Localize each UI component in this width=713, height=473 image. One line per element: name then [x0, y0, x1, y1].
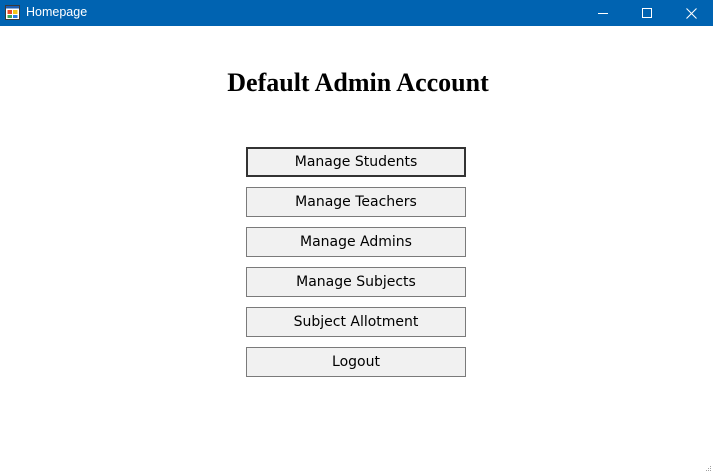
- minimize-icon: [598, 13, 608, 14]
- page-heading: Default Admin Account: [227, 68, 489, 97]
- maximize-icon: [642, 8, 652, 18]
- close-button[interactable]: [668, 0, 713, 26]
- manage-teachers-button[interactable]: Manage Teachers: [246, 187, 466, 217]
- resize-grip-icon[interactable]: [704, 464, 712, 472]
- manage-admins-button[interactable]: Manage Admins: [246, 227, 466, 257]
- logout-button[interactable]: Logout: [246, 347, 466, 377]
- maximize-button[interactable]: [624, 0, 670, 26]
- subject-allotment-button[interactable]: Subject Allotment: [246, 307, 466, 337]
- manage-subjects-button[interactable]: Manage Subjects: [246, 267, 466, 297]
- homepage-window: Homepage Default Admin Account Manage St…: [0, 0, 713, 473]
- manage-students-button[interactable]: Manage Students: [246, 147, 466, 177]
- minimize-button[interactable]: [580, 0, 626, 26]
- app-form-icon: [5, 5, 20, 20]
- window-title: Homepage: [26, 5, 88, 19]
- title-bar[interactable]: Homepage: [0, 0, 713, 26]
- close-icon: [685, 7, 697, 19]
